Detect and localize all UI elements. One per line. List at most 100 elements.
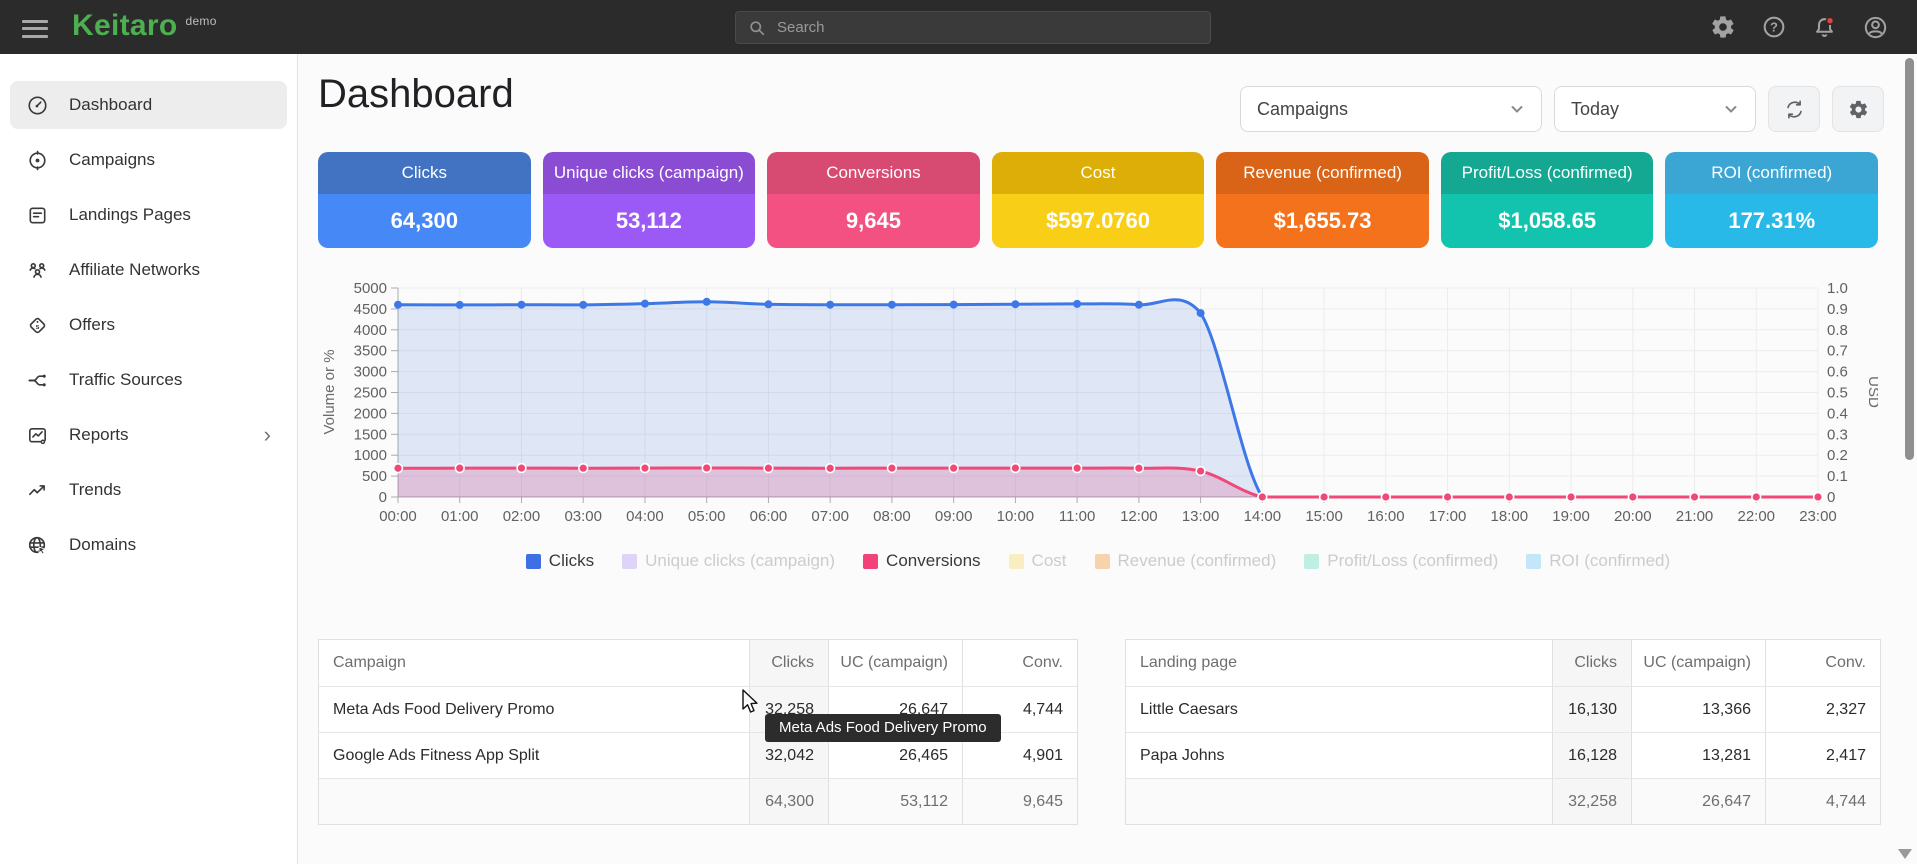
svg-text:0: 0 <box>379 489 387 506</box>
chart-settings-button[interactable] <box>1832 86 1884 132</box>
metric-card-label: Profit/Loss (confirmed) <box>1441 152 1654 194</box>
legend-item-roi-confirmed[interactable]: ROI (confirmed) <box>1526 551 1670 571</box>
gear-icon <box>1848 99 1869 120</box>
sidebar-item-label: Dashboard <box>69 95 152 115</box>
svg-text:4500: 4500 <box>354 301 387 318</box>
svg-text:5000: 5000 <box>354 280 387 297</box>
svg-text:Volume or %: Volume or % <box>321 349 338 434</box>
table-cell: 64,300 <box>749 779 829 824</box>
legend-item-cost[interactable]: Cost <box>1009 551 1067 571</box>
column-header-conv[interactable]: Conv. <box>963 640 1077 686</box>
sidebar-item-label: Offers <box>69 315 115 335</box>
svg-text:01:00: 01:00 <box>441 508 479 525</box>
chevron-down-icon <box>1723 101 1739 117</box>
legend-swatch <box>1526 554 1541 569</box>
search-input[interactable] <box>777 19 1199 36</box>
svg-text:12:00: 12:00 <box>1120 508 1158 525</box>
domains-icon <box>26 534 49 557</box>
settings-gear-icon[interactable] <box>1709 14 1736 41</box>
metric-card-value: 9,645 <box>767 194 980 248</box>
notifications-bell-icon[interactable] <box>1811 14 1838 41</box>
legend-label: Revenue (confirmed) <box>1118 551 1277 571</box>
svg-text:0.9: 0.9 <box>1827 301 1848 318</box>
sidebar-item-dashboard[interactable]: Dashboard <box>10 81 287 129</box>
metric-card-conversions: Conversions 9,645 <box>767 152 980 248</box>
legend-label: Cost <box>1032 551 1067 571</box>
table-cell: Meta Ads Food Delivery Promo <box>319 687 749 732</box>
sidebar-item-label: Reports <box>69 425 129 445</box>
column-header-landing-page[interactable]: Landing page <box>1126 640 1552 686</box>
table-header-row: Landing pageClicksUC (campaign)Conv. <box>1126 640 1880 686</box>
search-box[interactable] <box>735 11 1211 44</box>
sidebar-item-label: Domains <box>69 535 136 555</box>
legend-swatch <box>1095 554 1110 569</box>
legend-item-revenue-confirmed[interactable]: Revenue (confirmed) <box>1095 551 1277 571</box>
svg-text:15:00: 15:00 <box>1305 508 1343 525</box>
legend-swatch <box>1009 554 1024 569</box>
column-header-conv[interactable]: Conv. <box>1766 640 1880 686</box>
app-logo[interactable]: Keitarodemo <box>72 9 217 43</box>
table-cell: 2,327 <box>1766 687 1880 732</box>
scrollbar-thumb[interactable] <box>1905 58 1914 460</box>
affiliate-icon <box>26 259 49 282</box>
sidebar-item-affiliate-networks[interactable]: Affiliate Networks <box>10 246 287 294</box>
date-range-select[interactable]: Today <box>1554 86 1756 132</box>
logo-badge: demo <box>185 14 216 28</box>
table-cell: Little Caesars <box>1126 687 1552 732</box>
sidebar-item-reports[interactable]: Reports› <box>10 411 287 459</box>
sidebar-item-campaigns[interactable]: Campaigns <box>10 136 287 184</box>
column-header-clicks[interactable]: Clicks <box>1552 640 1632 686</box>
svg-text:20:00: 20:00 <box>1614 508 1652 525</box>
search-icon <box>747 18 767 38</box>
menu-button[interactable] <box>22 15 48 42</box>
table-cell: 32,258 <box>1552 779 1632 824</box>
table-cell: 16,130 <box>1552 687 1632 732</box>
column-header-campaign[interactable]: Campaign <box>319 640 749 686</box>
table-row[interactable]: Little Caesars16,13013,3662,327 <box>1126 686 1880 732</box>
account-icon[interactable] <box>1862 14 1889 41</box>
svg-text:10:00: 10:00 <box>997 508 1035 525</box>
landings-icon <box>26 204 49 227</box>
table-footer-row: 64,30053,1129,645 <box>319 778 1077 824</box>
dashboard-icon <box>26 94 49 117</box>
help-icon[interactable]: ? <box>1760 14 1787 41</box>
sidebar-item-trends[interactable]: Trends <box>10 466 287 514</box>
sidebar-item-offers[interactable]: s Offers <box>10 301 287 349</box>
metric-card-cost: Cost $597.0760 <box>992 152 1205 248</box>
legend-item-conversions[interactable]: Conversions <box>863 551 981 571</box>
metric-card-value: $597.0760 <box>992 194 1205 248</box>
svg-text:0.3: 0.3 <box>1827 426 1848 443</box>
legend-item-clicks[interactable]: Clicks <box>526 551 594 571</box>
metric-card-label: Unique clicks (campaign) <box>543 152 756 194</box>
refresh-button[interactable] <box>1768 86 1820 132</box>
column-header-uc-campaign[interactable]: UC (campaign) <box>829 640 963 686</box>
column-header-clicks[interactable]: Clicks <box>749 640 829 686</box>
metric-card-value: 177.31% <box>1665 194 1878 248</box>
svg-text:1500: 1500 <box>354 426 387 443</box>
metric-card-roi-confirmed: ROI (confirmed) 177.31% <box>1665 152 1878 248</box>
sidebar-item-traffic-sources[interactable]: Traffic Sources <box>10 356 287 404</box>
chevron-down-icon <box>1509 101 1525 117</box>
metric-card-unique-clicks-campaign: Unique clicks (campaign) 53,112 <box>543 152 756 248</box>
column-header-uc-campaign[interactable]: UC (campaign) <box>1632 640 1766 686</box>
table-cell <box>319 779 749 824</box>
reports-icon <box>26 424 49 447</box>
legend-swatch <box>1304 554 1319 569</box>
sidebar-item-landings-pages[interactable]: Landings Pages <box>10 191 287 239</box>
legend-item-profit-loss-confirmed[interactable]: Profit/Loss (confirmed) <box>1304 551 1498 571</box>
svg-text:16:00: 16:00 <box>1367 508 1405 525</box>
scroll-down-arrow[interactable] <box>1898 849 1912 859</box>
svg-text:0.2: 0.2 <box>1827 447 1848 464</box>
sidebar-item-label: Traffic Sources <box>69 370 182 390</box>
legend-item-unique-clicks-campaign[interactable]: Unique clicks (campaign) <box>622 551 835 571</box>
campaigns-icon <box>26 149 49 172</box>
svg-text:22:00: 22:00 <box>1737 508 1775 525</box>
sidebar-item-domains[interactable]: Domains <box>10 521 287 569</box>
grouping-select[interactable]: Campaigns <box>1240 86 1542 132</box>
table-row[interactable]: Papa Johns16,12813,2812,417 <box>1126 732 1880 778</box>
svg-text:14:00: 14:00 <box>1244 508 1282 525</box>
table-cell: 13,281 <box>1632 733 1766 778</box>
svg-text:09:00: 09:00 <box>935 508 973 525</box>
offers-icon: s <box>26 314 49 337</box>
legend-label: Unique clicks (campaign) <box>645 551 835 571</box>
